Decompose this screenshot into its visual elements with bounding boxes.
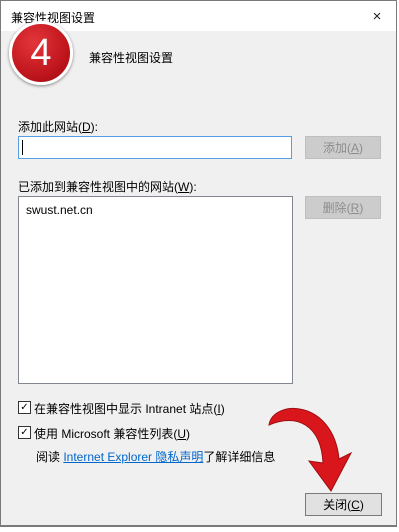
ms-list-option-label: 使用 Microsoft 兼容性列表(U)	[34, 425, 190, 442]
compatibility-view-dialog: 兼容性视图设置 × 兼容性视图设置 ↵ 4 添加此网站(D): 添加(A) 已添…	[0, 0, 397, 527]
close-button-key: C	[351, 497, 360, 512]
add-website-label: 添加此网站(D):	[18, 118, 98, 135]
add-button-key: A	[350, 140, 359, 155]
text-caret	[22, 140, 23, 155]
ms-list-label-prefix: 使用 Microsoft 兼容性列表(	[34, 427, 178, 441]
close-button[interactable]: 关闭(C)	[305, 493, 382, 516]
close-icon[interactable]: ×	[366, 5, 388, 27]
add-button[interactable]: 添加(A)	[305, 136, 381, 159]
remove-button-key: R	[350, 200, 360, 215]
added-websites-label: 已添加到兼容性视图中的网站(W):	[18, 178, 197, 195]
add-button-prefix: 添加(	[322, 141, 351, 155]
privacy-info-prefix: 阅读	[36, 450, 64, 464]
privacy-statement-link[interactable]: Internet Explorer 隐私声明	[63, 450, 203, 464]
remove-button[interactable]: 删除(R)	[305, 196, 381, 219]
step-number: 4	[30, 31, 52, 74]
intranet-label-suffix: )	[220, 402, 225, 416]
close-button-suffix: )	[359, 497, 364, 512]
add-website-label-key: D	[82, 120, 91, 134]
added-websites-label-prefix: 已添加到兼容性视图中的网站(	[18, 180, 178, 194]
ms-list-checkbox[interactable]: ✓	[18, 426, 31, 439]
website-input[interactable]	[18, 136, 292, 159]
intranet-checkbox[interactable]: ✓	[18, 401, 31, 414]
intranet-option-label: 在兼容性视图中显示 Intranet 站点(I)	[34, 400, 225, 417]
close-button-prefix: 关闭(	[323, 498, 352, 512]
add-website-label-prefix: 添加此网站(	[18, 120, 82, 134]
added-websites-label-suffix: ):	[189, 180, 197, 194]
ms-list-label-key: U	[177, 427, 187, 441]
privacy-info-text: 阅读 Internet Explorer 隐私声明了解详细信息	[36, 448, 275, 465]
remove-button-suffix: )	[359, 200, 364, 215]
add-website-label-suffix: ):	[90, 120, 99, 134]
added-websites-label-key: W	[178, 180, 190, 194]
added-websites-list[interactable]: swust.net.cn	[18, 196, 293, 384]
ms-list-label-suffix: )	[186, 427, 191, 441]
top-option-label: 兼容性视图设置	[89, 51, 174, 65]
step-number-badge: 4	[9, 21, 73, 85]
list-item[interactable]: swust.net.cn	[26, 203, 93, 217]
remove-button-prefix: 删除(	[322, 201, 351, 215]
intranet-label-prefix: 在兼容性视图中显示 Intranet 站点(	[34, 402, 218, 416]
add-button-suffix: )	[359, 140, 363, 155]
